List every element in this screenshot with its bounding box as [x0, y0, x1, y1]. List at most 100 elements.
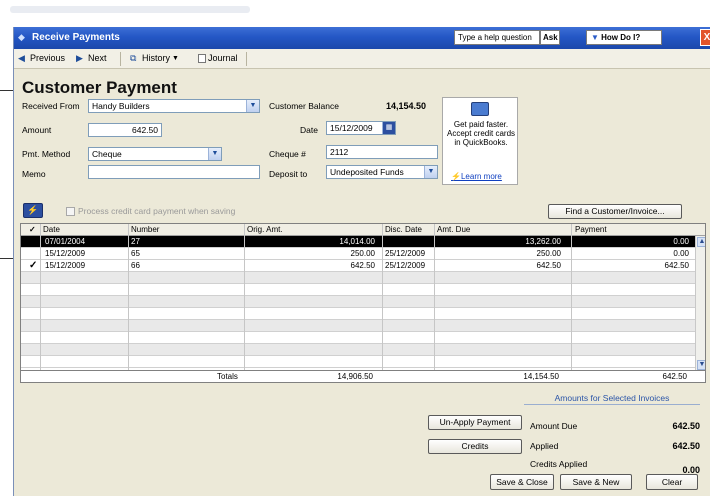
chevron-down-icon[interactable]: ▼ — [246, 100, 259, 112]
table-row[interactable] — [21, 356, 695, 368]
check-column-header[interactable]: ✓ — [29, 225, 36, 234]
table-row[interactable] — [21, 344, 695, 356]
credits-applied-label: Credits Applied — [530, 459, 588, 469]
totals-orig-amt: 14,906.50 — [337, 372, 373, 381]
row-orig-amt: 642.50 — [350, 261, 375, 270]
date-column-header[interactable]: Date — [43, 225, 60, 234]
next-button[interactable]: ▶ Next — [76, 53, 107, 63]
chevron-down-icon: ▼ — [591, 33, 602, 42]
column-divider — [382, 224, 383, 370]
column-divider — [128, 224, 129, 370]
amount-input[interactable]: 642.50 — [88, 123, 162, 137]
column-divider — [571, 224, 572, 370]
row-date: 07/01/2004 — [45, 237, 86, 246]
save-new-button[interactable]: Save & New — [560, 474, 632, 490]
toolbar: ◀ Previous ▶ Next ⧉ History ▼ Journal — [14, 49, 710, 69]
page-title: Customer Payment — [22, 78, 177, 97]
credit-card-icon — [471, 102, 489, 116]
pmt-method-select[interactable]: Cheque ▼ — [88, 147, 222, 161]
blurred-background-header — [0, 0, 710, 26]
chevron-down-icon: ▼ — [172, 54, 179, 62]
window-icon: ◆ — [18, 32, 25, 42]
history-label: History — [142, 53, 171, 63]
row-orig-amt: 250.00 — [350, 249, 375, 258]
amount-due-label: Amount Due — [530, 421, 578, 431]
row-payment[interactable]: 0.00 — [673, 249, 689, 258]
save-close-button[interactable]: Save & Close — [490, 474, 554, 490]
table-row[interactable]: ✓ 15/12/2009 66 642.50 25/12/2009 642.50… — [21, 260, 695, 272]
chevron-down-icon[interactable]: ▼ — [208, 148, 221, 160]
journal-label: Journal — [208, 53, 238, 63]
scroll-up-icon[interactable]: ▲ — [697, 237, 705, 247]
row-disc-date: 25/12/2009 — [385, 261, 426, 270]
help-search-input[interactable]: Type a help question — [454, 30, 540, 45]
cheque-label: Cheque # — [269, 149, 306, 159]
previous-button[interactable]: ◀ Previous — [18, 53, 65, 63]
table-row[interactable]: 15/12/2009 65 250.00 25/12/2009 250.00 0… — [21, 248, 695, 260]
applied-value: 642.50 — [672, 441, 700, 451]
table-row[interactable] — [21, 320, 695, 332]
amount-label: Amount — [22, 125, 52, 135]
journal-button[interactable]: Journal — [198, 53, 238, 63]
lightning-icon: ⚡ — [451, 172, 461, 181]
history-button[interactable]: ⧉ History ▼ — [130, 53, 179, 63]
ask-button[interactable]: Ask — [540, 30, 560, 45]
row-date: 15/12/2009 — [45, 249, 86, 258]
toolbar-divider — [246, 52, 247, 66]
totals-amt-due: 14,154.50 — [523, 372, 559, 381]
number-column-header[interactable]: Number — [131, 225, 159, 234]
learn-more-link[interactable]: ⚡Learn more — [451, 172, 502, 181]
receive-payments-window: ◆ Receive Payments Type a help question … — [13, 27, 710, 496]
process-credit-card-checkbox[interactable] — [66, 207, 75, 216]
row-amt-due: 250.00 — [536, 249, 561, 258]
table-row[interactable] — [21, 308, 695, 320]
journal-icon — [198, 53, 206, 63]
received-from-select[interactable]: Handy Builders ▼ — [88, 99, 260, 113]
table-row[interactable] — [21, 296, 695, 308]
how-do-i-label: How Do I? — [601, 33, 641, 42]
next-label: Next — [88, 53, 107, 63]
window-title: Receive Payments — [32, 32, 120, 43]
table-row[interactable] — [21, 332, 695, 344]
totals-label: Totals — [217, 372, 238, 381]
row-orig-amt: 14,014.00 — [339, 237, 375, 246]
table-row[interactable] — [21, 272, 695, 284]
row-payment[interactable]: 0.00 — [673, 237, 689, 246]
row-amt-due: 13,262.00 — [525, 237, 561, 246]
pmt-method-value: Cheque — [92, 149, 122, 159]
un-apply-payment-button[interactable]: Un-Apply Payment — [428, 415, 522, 430]
deposit-to-value: Undeposited Funds — [330, 167, 404, 177]
totals-payment: 642.50 — [662, 372, 687, 381]
credits-button[interactable]: Credits — [428, 439, 522, 454]
orig-amt-column-header[interactable]: Orig. Amt. — [247, 225, 283, 234]
row-check[interactable]: ✓ — [29, 260, 37, 271]
next-icon: ▶ — [76, 52, 83, 63]
pmt-method-label: Pmt. Method — [22, 149, 71, 159]
deposit-to-label: Deposit to — [269, 169, 308, 179]
quickbooks-ad: Get paid faster. Accept credit cards in … — [442, 97, 518, 185]
calendar-icon[interactable]: ▦ — [382, 122, 395, 134]
row-payment[interactable]: 642.50 — [665, 261, 689, 270]
grid-scrollbar[interactable]: ▲ ▼ — [695, 236, 705, 370]
table-row[interactable]: 07/01/2004 27 14,014.00 13,262.00 0.00 — [21, 236, 695, 248]
deposit-to-select[interactable]: Undeposited Funds ▼ — [326, 165, 438, 179]
find-customer-invoice-button[interactable]: Find a Customer/Invoice... — [548, 204, 682, 219]
date-value: 15/12/2009 — [330, 123, 373, 133]
credit-card-processing-icon: ⚡ — [23, 203, 43, 218]
memo-label: Memo — [22, 169, 46, 179]
cheque-number-input[interactable]: 2112 — [326, 145, 438, 159]
amt-due-column-header[interactable]: Amt. Due — [437, 225, 470, 234]
disc-date-column-header[interactable]: Disc. Date — [385, 225, 422, 234]
date-input[interactable]: 15/12/2009 ▦ — [326, 121, 396, 135]
chevron-down-icon[interactable]: ▼ — [424, 166, 437, 178]
memo-input[interactable] — [88, 165, 260, 179]
grid-header: ✓ Date Number Orig. Amt. Disc. Date Amt.… — [21, 224, 705, 236]
how-do-i-button[interactable]: ▼ How Do I? — [586, 30, 662, 45]
history-icon: ⧉ — [130, 52, 137, 63]
close-icon[interactable]: X — [700, 29, 710, 46]
table-row[interactable] — [21, 284, 695, 296]
payment-column-header[interactable]: Payment — [575, 225, 607, 234]
clear-button[interactable]: Clear — [646, 474, 698, 490]
scroll-down-icon[interactable]: ▼ — [697, 360, 705, 370]
title-bar: ◆ Receive Payments Type a help question … — [14, 27, 710, 49]
